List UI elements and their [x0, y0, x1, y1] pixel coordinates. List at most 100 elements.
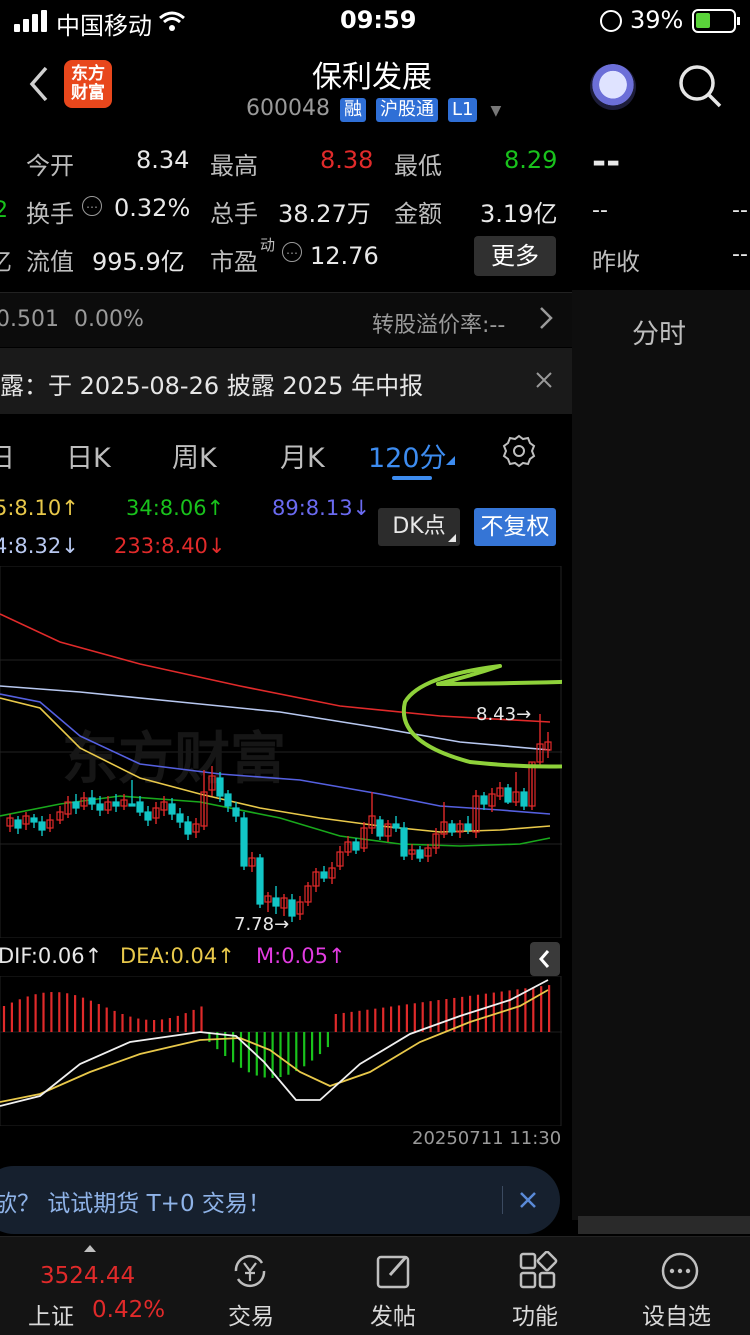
caret-up-icon: [84, 1245, 96, 1252]
right-price: --: [592, 142, 621, 182]
right-row2-a: --: [592, 198, 608, 223]
nav-add-watchlist-label: 设自选: [642, 1304, 711, 1330]
candle-body: [240, 817, 248, 867]
candle-body: [376, 819, 384, 837]
candle-body: [256, 857, 264, 905]
candle-body: [520, 791, 528, 807]
quote-value-open: 8.34: [136, 146, 190, 174]
clock: 09:59: [340, 6, 417, 34]
tab-week-k[interactable]: 周K: [172, 436, 217, 475]
index-name: 上证: [28, 1304, 74, 1330]
candle-body: [224, 793, 232, 807]
robot-assistant-icon[interactable]: [590, 64, 636, 110]
right-panel: -- -- -- 昨收 -- 分时: [572, 132, 750, 1234]
right-prev-close-label: 昨收: [592, 248, 640, 276]
close-icon[interactable]: [534, 370, 554, 390]
chart-timestamp: 20250711 11:30: [412, 1128, 562, 1149]
tab-day-k[interactable]: 日K: [66, 436, 111, 475]
candle-body: [288, 899, 296, 917]
pe-info-icon[interactable]: …: [282, 242, 302, 262]
index-ticker[interactable]: 3524.44 上证 0.42%: [0, 1237, 180, 1335]
settings-gear-icon[interactable]: [502, 434, 536, 468]
nav-post-label: 发帖: [370, 1304, 416, 1330]
candle-body: [464, 823, 472, 831]
candle-body: [480, 795, 488, 805]
no-adjust-button[interactable]: 不复权: [474, 508, 556, 546]
candle-body: [448, 823, 456, 833]
candle-body: [400, 827, 408, 857]
quote-label-float-cap: 流值: [26, 248, 74, 276]
candle-body: [504, 787, 512, 803]
promo-banner[interactable]: 欤？ 试试期货 T+0 交易！: [0, 1166, 560, 1234]
nav-function[interactable]: 功能: [486, 1237, 586, 1335]
nav-trade[interactable]: 交易: [200, 1237, 300, 1335]
right-bottom-bar: [578, 1216, 750, 1234]
candle-body: [216, 777, 224, 797]
stock-code: 600048: [246, 96, 330, 121]
tag-level: L1: [447, 98, 478, 122]
convert-pct: 0.00%: [74, 307, 144, 332]
tab-intraday[interactable]: 分时: [632, 312, 686, 351]
macd-m: M:0.05↑: [256, 944, 346, 968]
search-icon[interactable]: [676, 62, 724, 110]
promo-close-icon[interactable]: [518, 1190, 538, 1210]
dk-dropdown-icon: [448, 534, 456, 542]
ma-legend-144: 4:8.32↓: [0, 534, 79, 558]
candle-body: [392, 823, 400, 829]
back-icon[interactable]: [26, 64, 54, 104]
candle-body: [320, 871, 328, 879]
quote-label-pe: 市盈: [210, 248, 258, 276]
macd-dif: DIF:0.06↑: [0, 944, 103, 968]
period-tabs: 日 日K 周K 月K 120分: [0, 418, 572, 488]
kline-svg: 东方财富: [0, 566, 562, 938]
nav-add-watchlist[interactable]: 设自选: [630, 1237, 740, 1335]
notice-text: 露：于 2025-08-26 披露 2025 年中报: [0, 372, 424, 400]
convert-row[interactable]: 0.501 0.00% 转股溢价率:--: [0, 292, 572, 347]
quote-value-pe: 12.76: [310, 242, 379, 270]
dropdown-caret-icon: ▼: [490, 103, 502, 119]
ma-legend: 5:8.10↑ 34:8.06↑ 89:8.13↓ 4:8.32↓ 233:8.…: [0, 494, 572, 564]
candle-body: [272, 897, 280, 907]
promo-divider: [502, 1186, 503, 1214]
right-intraday-panel: [572, 290, 750, 1220]
ma233-line: [0, 613, 551, 723]
battery-percent: 39%: [630, 6, 684, 34]
right-row2-b: --: [732, 198, 748, 223]
ma-legend-233: 233:8.40↓: [114, 534, 226, 558]
grid-icon: [518, 1250, 558, 1291]
quote-label-low: 最低: [394, 152, 442, 180]
stock-name: 保利发展: [312, 60, 432, 95]
carrier-name: 中国移动: [56, 12, 152, 40]
candle-body: [88, 797, 96, 805]
edit-icon: [374, 1251, 414, 1291]
watermark-text: 东方财富: [62, 727, 286, 792]
ma-legend-89: 89:8.13↓: [272, 496, 371, 520]
quote-edge-mark: 2: [0, 198, 8, 223]
tag-connect: 沪股通: [375, 98, 438, 122]
candle-body: [184, 821, 192, 835]
more-button[interactable]: 更多: [474, 236, 556, 276]
quote-value-float-cap: 995.9亿: [92, 248, 185, 276]
tab-120min[interactable]: 120分: [368, 436, 447, 475]
nav-function-label: 功能: [512, 1304, 558, 1330]
dk-point-button[interactable]: DK点: [378, 508, 460, 546]
stock-code-row[interactable]: 600048 融 沪股通 L1 ▼: [246, 96, 501, 122]
nav-post[interactable]: 发帖: [344, 1237, 444, 1335]
nav-trade-label: 交易: [228, 1304, 274, 1330]
ma-legend-5: 5:8.10↑: [0, 496, 79, 520]
bottom-nav: 3524.44 上证 0.42% 交易 发帖 功能 设自选: [0, 1236, 750, 1335]
candle-body: [96, 803, 104, 811]
promo-text: 欤？ 试试期货 T+0 交易！: [0, 1191, 271, 1217]
macd-chart[interactable]: [0, 976, 562, 1126]
macd-svg: [0, 976, 562, 1126]
collapse-panel-button[interactable]: [530, 942, 560, 976]
kline-chart[interactable]: 东方财富 8.43→ 7.78→: [0, 566, 562, 938]
tab-month-k[interactable]: 月K: [280, 436, 325, 475]
notice-banner[interactable]: 露：于 2025-08-26 披露 2025 年中报: [0, 348, 572, 414]
candle-body: [176, 813, 184, 823]
info-icon[interactable]: …: [82, 196, 102, 216]
right-row3-b: --: [732, 242, 748, 267]
tab-day-partial[interactable]: 日: [0, 436, 15, 475]
candle-body: [168, 803, 176, 815]
app-logo: 东方 财富: [64, 60, 112, 108]
